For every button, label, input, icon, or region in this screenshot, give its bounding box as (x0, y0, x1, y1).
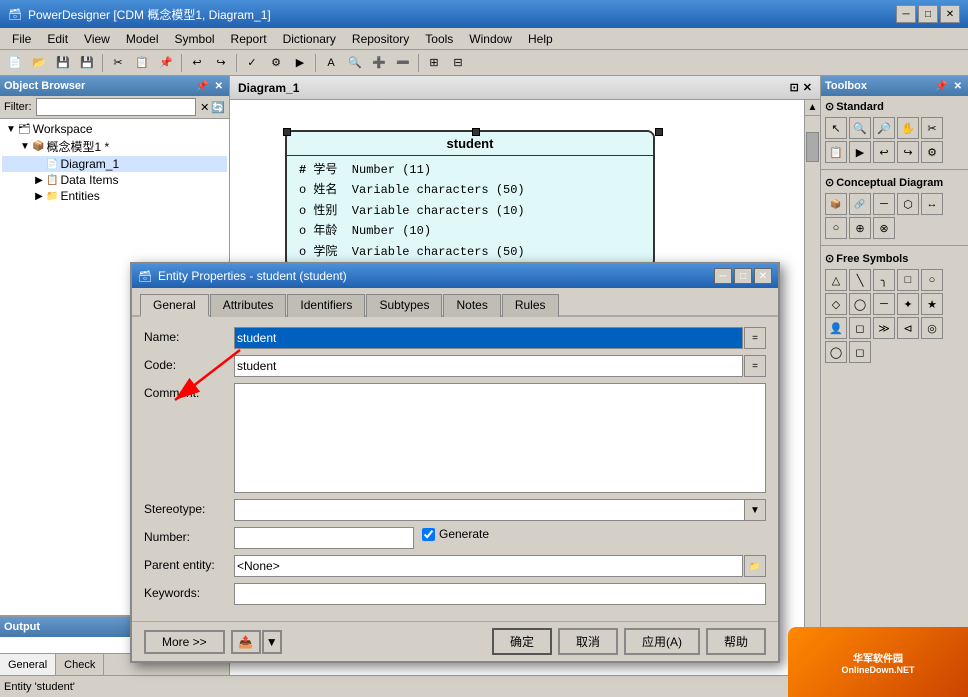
cancel-button[interactable]: 取消 (558, 628, 618, 655)
keywords-row: Keywords: (144, 583, 766, 605)
generate-checkbox[interactable] (422, 528, 435, 541)
tab-attributes[interactable]: Attributes (210, 294, 287, 317)
entity-properties-dialog: 🗃 Entity Properties - student (student) … (130, 262, 780, 663)
help-button[interactable]: 帮助 (706, 628, 766, 655)
stereotype-input[interactable] (234, 499, 766, 521)
name-label: Name: (144, 327, 234, 344)
dialog-close-button[interactable]: ✕ (754, 268, 772, 284)
code-input[interactable] (234, 355, 743, 377)
watermark: 华军软件园 OnlineDown.NET (788, 627, 968, 697)
tab-rules[interactable]: Rules (502, 294, 559, 317)
export-dropdown[interactable]: ▼ (262, 630, 282, 654)
stereotype-label: Stereotype: (144, 499, 234, 516)
dialog-title-bar: 🗃 Entity Properties - student (student) … (132, 264, 778, 288)
code-label: Code: (144, 355, 234, 372)
number-label: Number: (144, 527, 234, 544)
name-btn[interactable]: = (744, 327, 766, 349)
generate-label: Generate (422, 527, 489, 541)
more-button[interactable]: More >> (144, 630, 225, 654)
keywords-input[interactable] (234, 583, 766, 605)
tab-subtypes[interactable]: Subtypes (366, 294, 442, 317)
apply-button[interactable]: 应用(A) (624, 628, 700, 655)
dialog-content: Name: = Code: = Comment: Stereotype: (132, 317, 778, 621)
dialog-controls: ─ □ ✕ (714, 268, 772, 284)
stereotype-row: Stereotype: ▼ (144, 499, 766, 521)
tab-identifiers[interactable]: Identifiers (287, 294, 365, 317)
keywords-label: Keywords: (144, 583, 234, 600)
name-row: Name: = (144, 327, 766, 349)
stereotype-dropdown[interactable]: ▼ (744, 499, 766, 521)
ok-button[interactable]: 确定 (492, 628, 552, 655)
dialog-maximize-button[interactable]: □ (734, 268, 752, 284)
export-buttons: 📤 ▼ (231, 630, 282, 654)
dialog-title: Entity Properties - student (student) (158, 269, 347, 283)
dialog-icon: 🗃 (138, 270, 152, 283)
dialog-footer: More >> 📤 ▼ 确定 取消 应用(A) 帮助 (132, 621, 778, 661)
number-input[interactable] (234, 527, 414, 549)
parent-row: Parent entity: 📁 (144, 555, 766, 577)
tab-general[interactable]: General (140, 294, 209, 317)
code-row: Code: = (144, 355, 766, 377)
footer-right: 确定 取消 应用(A) 帮助 (492, 628, 766, 655)
generate-text: Generate (439, 527, 489, 541)
name-input[interactable] (234, 327, 743, 349)
number-row: Number: Generate (144, 527, 766, 549)
comment-textarea[interactable] (234, 383, 766, 493)
code-btn[interactable]: = (744, 355, 766, 377)
dialog-tabs: General Attributes Identifiers Subtypes … (132, 288, 778, 317)
tab-notes[interactable]: Notes (443, 294, 500, 317)
parent-label: Parent entity: (144, 555, 234, 572)
dialog-title-left: 🗃 Entity Properties - student (student) (138, 269, 347, 283)
export-button[interactable]: 📤 (231, 630, 261, 654)
footer-left: More >> 📤 ▼ (144, 630, 282, 654)
dialog-minimize-button[interactable]: ─ (714, 268, 732, 284)
modal-overlay: 🗃 Entity Properties - student (student) … (0, 0, 968, 697)
comment-row: Comment: (144, 383, 766, 493)
comment-label: Comment: (144, 383, 234, 400)
parent-browse-button[interactable]: 📁 (744, 555, 766, 577)
parent-input[interactable] (234, 555, 743, 577)
